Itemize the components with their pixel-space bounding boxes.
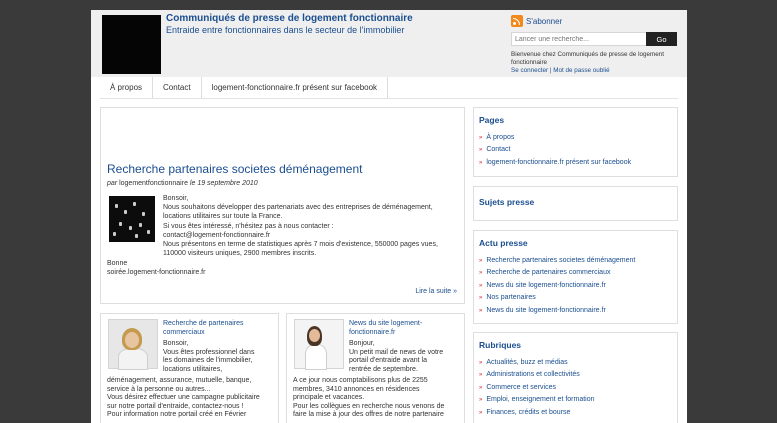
main-nav: À propos Contact logement-fonctionnaire.…	[100, 77, 678, 99]
category-item[interactable]: » Actualités, buzz et médias	[479, 357, 595, 369]
bullet-icon: »	[479, 135, 483, 141]
search-button[interactable]: Go	[646, 32, 677, 46]
category-item[interactable]: » Finances, crédits et bourse	[479, 407, 595, 419]
news-item[interactable]: » Nos partenaires	[479, 292, 635, 304]
account-separator: |	[549, 67, 552, 74]
news-item-label[interactable]: News du site logement-fonctionnaire.fr	[486, 307, 605, 314]
post-card-body-cont: A ce jour nous comptabilisons plus de 22…	[293, 377, 445, 419]
category-item[interactable]: » Commerce et services	[479, 382, 595, 394]
news-list: » Recherche partenaires societes déménage…	[479, 255, 635, 317]
rss-icon[interactable]	[511, 15, 523, 27]
category-item-label[interactable]: Commerce et services	[486, 384, 556, 391]
bullet-icon: »	[479, 295, 483, 302]
post-card-image[interactable]	[294, 319, 344, 370]
news-item[interactable]: » Recherche partenaires societes déménage…	[479, 255, 635, 267]
welcome-text: Bienvenue chez Communiqués de presse de …	[511, 51, 664, 66]
bullet-icon: »	[479, 147, 483, 154]
search-input[interactable]	[511, 32, 650, 46]
news-item-label[interactable]: Recherche de partenaires commerciaux	[486, 269, 610, 276]
post-by: par	[107, 180, 118, 187]
post-card: News du site logement-fonctionnaire.fr B…	[286, 313, 465, 423]
site-title[interactable]: Communiqués de presse de logement foncti…	[166, 13, 413, 24]
sidebar-pages: Pages » À propos » Contact » logement-fonct…	[473, 107, 678, 177]
sidebar-item-contact[interactable]: » Contact	[479, 144, 631, 156]
post-card-title[interactable]: News du site logement-fonctionnaire.fr	[349, 319, 459, 337]
featured-post-body: Bonsoir, Nous souhaitons développer des …	[163, 195, 438, 258]
sidebar-item-label[interactable]: logement-fonctionnaire.fr présent sur fa…	[486, 159, 631, 166]
post-card: Recherche de partenaires commerciaux Bon…	[100, 313, 279, 423]
category-item-label[interactable]: Actualités, buzz et médias	[486, 359, 567, 366]
page: Communiqués de presse de logement foncti…	[91, 10, 687, 423]
bullet-icon: »	[479, 409, 483, 416]
widget-title: Sujets presse	[479, 197, 535, 207]
bullet-icon: »	[479, 384, 483, 391]
category-item[interactable]: » Emploi, enseignement et formation	[479, 394, 595, 406]
categories-list: » Actualités, buzz et médias » Administrat…	[479, 357, 595, 419]
featured-post-tail: Bonne soirée.logement-fonctionnaire.fr	[107, 260, 206, 276]
widget-title: Rubriques	[479, 340, 522, 350]
news-item-label[interactable]: News du site logement-fonctionnaire.fr	[486, 282, 605, 289]
read-more-link[interactable]: Lire la suite »	[415, 288, 457, 295]
bullet-icon: »	[479, 282, 483, 289]
bullet-icon: »	[479, 372, 483, 379]
sidebar-item-label[interactable]: À propos	[486, 134, 514, 141]
news-item[interactable]: » News du site logement-fonctionnaire.fr	[479, 280, 635, 292]
login-link[interactable]: Se connecter	[511, 67, 548, 74]
category-item[interactable]: » Administrations et collectivités	[479, 369, 595, 381]
site-logo[interactable]	[102, 15, 161, 74]
bullet-icon: »	[479, 360, 483, 366]
bullet-icon: »	[479, 258, 483, 264]
sidebar-news: Actu presse » Recherche partenaires socie…	[473, 230, 678, 324]
subscribe-link[interactable]: S'abonner	[511, 15, 562, 27]
site-description: Entraide entre fonctionnaires dans le se…	[166, 25, 405, 35]
featured-post-title[interactable]: Recherche partenaires societes déménagem…	[107, 162, 362, 176]
category-item-label[interactable]: Emploi, enseignement et formation	[486, 396, 594, 403]
widget-title: Actu presse	[479, 238, 528, 248]
sidebar-subjects: Sujets presse	[473, 186, 678, 221]
post-card-body: Bonjour, Un petit mail de news de votre …	[349, 340, 444, 373]
person-silhouette	[118, 348, 148, 370]
lost-password-link[interactable]: Mot de passe oublié	[553, 67, 609, 74]
nav-item-contact[interactable]: Contact	[153, 77, 202, 98]
nav-item-facebook[interactable]: logement-fonctionnaire.fr présent sur fa…	[202, 77, 389, 98]
news-item[interactable]: » News du site logement-fonctionnaire.fr	[479, 305, 635, 317]
bullet-icon: »	[479, 159, 483, 166]
post-thumbnail[interactable]	[109, 196, 155, 242]
post-date-prefix: le	[189, 180, 196, 187]
person-silhouette	[305, 344, 327, 370]
sidebar-item-label[interactable]: Contact	[486, 146, 510, 153]
sidebar-categories: Rubriques » Actualités, buzz et médias » A…	[473, 332, 678, 423]
nav-item-about[interactable]: À propos	[100, 77, 154, 98]
post-author[interactable]: logementfonctionnaire	[119, 180, 188, 187]
post-card-title[interactable]: Recherche de partenaires commerciaux	[163, 319, 273, 337]
bullet-icon: »	[479, 307, 483, 314]
subscribe-label[interactable]: S'abonner	[526, 17, 562, 26]
post-card-body: Bonsoir, Vous êtes professionnel dans le…	[163, 340, 255, 373]
news-item-label[interactable]: Recherche partenaires societes déménagem…	[486, 257, 635, 264]
post-card-image[interactable]	[108, 319, 158, 370]
post-card-body-cont: déménagement, assurance, mutuelle, banqu…	[107, 377, 260, 419]
bullet-icon: »	[479, 397, 483, 404]
sidebar-item-about[interactable]: » À propos	[479, 132, 631, 144]
account-links: Se connecter | Mot de passe oublié	[511, 67, 610, 74]
bullet-icon: »	[479, 270, 483, 277]
news-item[interactable]: » Recherche de partenaires commerciaux	[479, 267, 635, 279]
widget-title: Pages	[479, 115, 505, 125]
featured-post: Recherche partenaires societes déménagem…	[100, 107, 465, 304]
category-item-label[interactable]: Administrations et collectivités	[486, 371, 579, 378]
post-date: 19 septembre 2010	[197, 180, 258, 187]
site-header: Communiqués de presse de logement foncti…	[91, 10, 687, 77]
sidebar-item-facebook[interactable]: » logement-fonctionnaire.fr présent sur f…	[479, 157, 631, 169]
pages-list: » À propos » Contact » logement-fonctionnai…	[479, 132, 631, 169]
category-item-label[interactable]: Finances, crédits et bourse	[486, 409, 570, 416]
post-meta: par logementfonctionnaire le 19 septembr…	[107, 180, 258, 187]
news-item-label[interactable]: Nos partenaires	[486, 294, 535, 301]
